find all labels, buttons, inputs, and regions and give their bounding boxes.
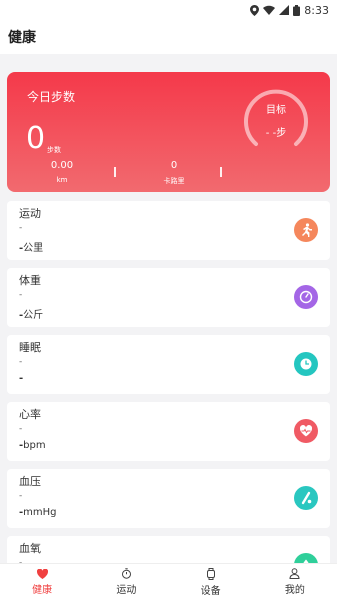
heart-icon [36,568,48,579]
steps-card[interactable]: 今日步数 0 步数 0.00 km 0 卡路里 目标 - -步 [7,72,330,192]
scale-icon [294,285,318,309]
metric-summary: - [19,290,23,300]
divider [220,167,222,177]
signal-icon [279,5,290,15]
page-title: 健康 [0,20,337,54]
location-icon [250,4,260,16]
wifi-icon [263,5,276,15]
health-scroll-area[interactable]: 今日步数 0 步数 0.00 km 0 卡路里 目标 - -步 运动 - -公里… [0,54,337,563]
metric-summary: - [19,491,23,501]
nav-exercise[interactable]: 运动 [84,564,168,600]
heart-rate-icon [294,419,318,443]
goal-ring [244,89,308,146]
steps-unit: 步数 [47,146,61,154]
nav-mine[interactable]: 我的 [253,564,337,600]
heart-rate-card[interactable]: 心率 - -bpm [7,402,330,461]
weight-card[interactable]: 体重 - -公斤 [7,268,330,327]
steps-title: 今日步数 [27,90,76,104]
nav-health[interactable]: 健康 [0,564,84,600]
moon-clock-icon [294,352,318,376]
blood-pressure-icon [294,486,318,510]
metric-value: -公斤 [19,310,44,321]
nav-label: 我的 [284,585,305,596]
battery-icon [293,4,301,16]
divider [114,167,116,177]
nav-device[interactable]: 设备 [169,564,253,600]
metric-summary: - [19,357,23,367]
sleep-card[interactable]: 睡眠 - - [7,335,330,394]
nav-label: 设备 [200,585,221,597]
metric-title: 血氧 [19,542,41,555]
calories-unit: 卡路里 [163,177,185,185]
blood-pressure-card[interactable]: 血压 - -mmHg [7,469,330,528]
bottom-nav: 健康 运动 设备 我的 [0,563,337,600]
metric-summary: - [19,424,23,434]
metric-value: -bpm [19,440,46,451]
exercise-card[interactable]: 运动 - -公里 [7,201,330,260]
watch-icon [206,567,215,580]
metric-title: 运动 [19,207,41,220]
metric-title: 体重 [19,274,41,287]
distance-value: 0.00 [50,160,74,171]
blood-oxygen-card[interactable]: 血氧 - [7,536,330,563]
status-time: 8:33 [304,3,329,17]
metric-value: -mmHg [19,507,57,518]
running-icon [294,218,318,242]
stopwatch-icon [121,568,131,579]
goal-value: - -步 [265,128,287,139]
metric-title: 心率 [19,408,41,421]
metric-value: - [19,373,24,384]
goal-label: 目标 [266,105,286,116]
steps-value: 0 [26,121,46,156]
metric-title: 血压 [19,475,41,488]
calories-value: 0 [170,160,178,171]
blood-oxygen-icon [294,553,318,563]
metric-value: -公里 [19,243,44,254]
metric-title: 睡眠 [19,341,41,354]
person-icon [289,568,300,579]
metric-summary: - [19,223,23,233]
nav-label: 运动 [116,585,137,596]
status-bar: 8:33 [0,0,337,20]
distance-unit: km [56,176,68,184]
nav-label: 健康 [32,584,53,596]
